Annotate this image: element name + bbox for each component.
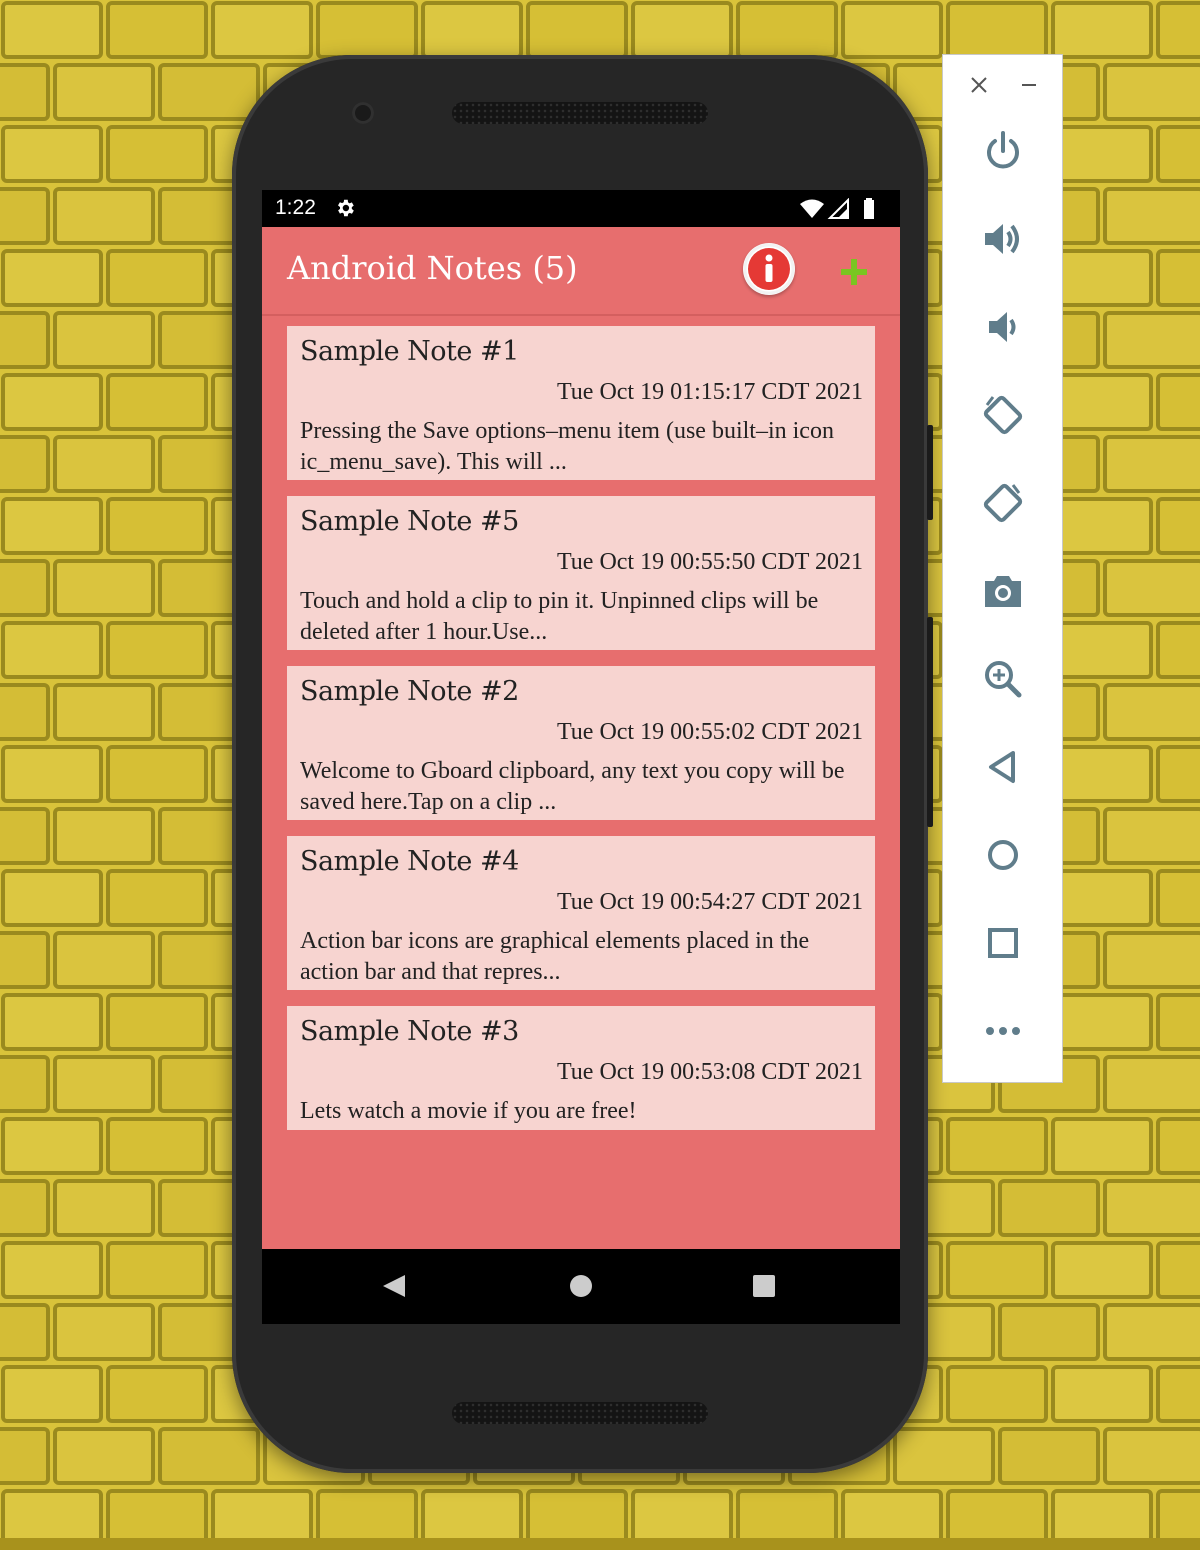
rotate-left-button[interactable] [979,391,1027,439]
home-icon [988,840,1018,870]
rotate-left-icon [983,395,1023,435]
note-card[interactable]: Sample Note #2 Tue Oct 19 00:55:02 CDT 2… [287,666,875,820]
volume-up-icon [985,224,1019,254]
home-icon[interactable] [570,1275,592,1297]
wall-ground-strip [0,1538,1200,1550]
status-bar: 1:22 [262,190,900,227]
rotate-right-icon [983,483,1023,523]
top-speaker-grille [452,102,708,124]
add-icon [841,259,867,285]
note-title: Sample Note #2 [300,676,519,707]
note-date: Tue Oct 19 00:55:02 CDT 2021 [556,719,863,745]
note-card[interactable]: Sample Note #5 Tue Oct 19 00:55:50 CDT 2… [287,496,875,650]
back-icon [989,751,1015,783]
app-action-bar: Android Notes (5) [262,227,900,316]
note-card[interactable]: Sample Note #4 Tue Oct 19 00:54:27 CDT 2… [287,836,875,990]
note-date: Tue Oct 19 01:15:17 CDT 2021 [556,379,863,405]
volume-down-button[interactable] [979,303,1027,351]
volume-up-button[interactable] [979,215,1027,263]
bottom-speaker-grille [452,1402,708,1424]
add-note-button[interactable] [837,255,871,289]
screenshot-button[interactable] [979,567,1027,615]
note-date: Tue Oct 19 00:55:50 CDT 2021 [556,549,863,575]
status-icons [800,197,890,220]
note-preview: Pressing the Save options–menu item (use… [300,418,834,475]
back-icon[interactable] [383,1275,405,1297]
note-preview: Action bar icons are graphical elements … [300,928,810,985]
zoom-icon [985,661,1022,698]
info-icon [743,243,795,295]
minimize-icon[interactable] [1019,75,1039,95]
navigation-bar [262,1249,900,1324]
more-button[interactable] [979,1007,1027,1055]
power-icon [987,131,1019,169]
note-date: Tue Oct 19 00:54:27 CDT 2021 [556,889,863,915]
volume-down-icon [989,312,1016,342]
note-title: Sample Note #4 [300,846,519,877]
emulator-home-button[interactable] [979,831,1027,879]
note-title: Sample Note #3 [300,1016,519,1047]
gear-icon [334,197,356,219]
phone-side-button-lower [927,617,933,827]
note-preview: Lets watch a movie if you are free! [300,1098,637,1124]
note-preview: Touch and hold a clip to pin it. Unpinne… [300,588,819,645]
zoom-button[interactable] [979,655,1027,703]
note-date: Tue Oct 19 00:53:08 CDT 2021 [556,1059,863,1085]
status-time: 1:22 [275,196,316,219]
camera-icon [985,576,1021,607]
close-icon[interactable] [969,75,989,95]
note-card[interactable]: Sample Note #3 Tue Oct 19 00:53:08 CDT 2… [287,1006,875,1130]
app-title: Android Notes (5) [287,249,578,287]
emulator-overview-button[interactable] [979,919,1027,967]
note-title: Sample Note #5 [300,506,519,537]
emulator-side-panel [942,54,1063,1083]
wifi-icon [800,199,824,218]
front-camera [352,102,374,124]
signal-icon [827,197,849,219]
phone-side-button-upper [927,425,933,520]
battery-icon [864,198,874,219]
rotate-right-button[interactable] [979,479,1027,527]
power-button[interactable] [979,127,1027,175]
overview-icon [988,928,1018,958]
info-button[interactable] [743,243,795,295]
emulator-back-button[interactable] [979,743,1027,791]
note-preview: Welcome to Gboard clipboard, any text yo… [300,758,845,815]
recents-icon[interactable] [753,1275,775,1297]
note-card[interactable]: Sample Note #1 Tue Oct 19 01:15:17 CDT 2… [287,326,875,480]
note-title: Sample Note #1 [300,336,519,367]
more-icon [986,1027,1020,1035]
phone-screen: 1:22 Android Notes (5) Sample Note #1 Tu… [262,190,900,1324]
